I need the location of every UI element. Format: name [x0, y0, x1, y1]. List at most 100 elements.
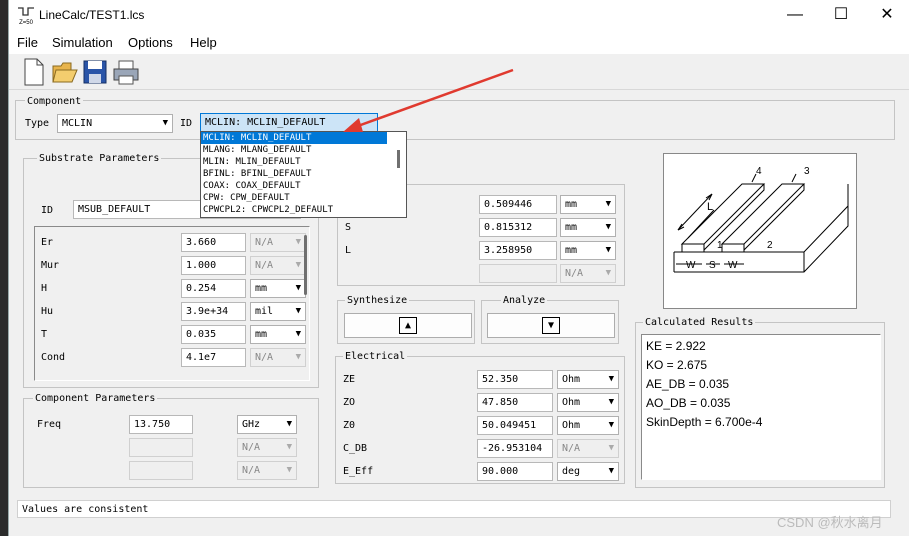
physical-row-3-field[interactable]	[479, 264, 557, 283]
substrate-mur-label: Mur	[41, 260, 60, 271]
save-disk-icon[interactable]	[83, 58, 109, 86]
synthesize-label: Synthesize	[345, 295, 410, 306]
electrical-z0-unit-select[interactable]: Ohm ▼	[557, 416, 619, 435]
substrate-er-label: Er	[41, 237, 54, 248]
substrate-t-field[interactable]: 0.035	[181, 325, 246, 344]
menu-help[interactable]: Help	[190, 35, 217, 50]
type-select[interactable]: MCLIN ▼	[57, 114, 173, 133]
substrate-cond-label: Cond	[41, 352, 66, 363]
substrate-hu-unit-select[interactable]: mil ▼	[250, 302, 306, 321]
substrate-t-unit-select[interactable]: mm ▼	[250, 325, 306, 344]
electrical-z0-field[interactable]: 50.049451	[477, 416, 553, 435]
open-folder-icon[interactable]	[52, 58, 78, 86]
chevron-down-icon: ▼	[605, 268, 611, 278]
chevron-down-icon: ▼	[286, 465, 292, 475]
substrate-scrollbar[interactable]	[304, 235, 307, 295]
substrate-cond-unit-select-value: N/A	[255, 352, 274, 363]
chevron-down-icon: ▼	[295, 329, 301, 339]
type-label: Type	[25, 118, 50, 129]
component-id-dropdown[interactable]: MCLIN: MCLIN_DEFAULT MLANG: MLANG_DEFAULT…	[200, 131, 407, 218]
result-ke: KE = 2.922	[646, 339, 706, 353]
electrical-zo-field[interactable]: 47.850	[477, 393, 553, 412]
substrate-h-unit-select[interactable]: mm ▼	[250, 279, 306, 298]
chevron-down-icon: ▼	[605, 245, 611, 255]
close-button[interactable]: ✕	[864, 0, 909, 32]
dropdown-option[interactable]: COAX: COAX_DEFAULT	[201, 180, 387, 192]
menu-options[interactable]: Options	[128, 35, 173, 50]
substrate-er-field[interactable]: 3.660	[181, 233, 246, 252]
dropdown-option[interactable]: CPW: CPW_DEFAULT	[201, 192, 387, 204]
component-params-row-2-field[interactable]	[129, 461, 193, 480]
substrate-mur-unit-select: N/A ▼	[250, 256, 306, 275]
substrate-cond-unit-select: N/A ▼	[250, 348, 306, 367]
component-params-freq-label: Freq	[37, 419, 62, 430]
electrical-e-eff-unit-select[interactable]: deg ▼	[557, 462, 619, 481]
substrate-mur-field[interactable]: 1.000	[181, 256, 246, 275]
physical-l-unit-select-value: mm	[565, 245, 578, 256]
coupled-line-drawing: L 4 3 1 2 W S W	[673, 166, 849, 273]
substrate-t-unit-select-value: mm	[255, 329, 268, 340]
component-params-row-1-field[interactable]	[129, 438, 193, 457]
print-icon[interactable]	[113, 58, 139, 86]
substrate-hu-field[interactable]: 3.9e+34	[181, 302, 246, 321]
component-group-label: Component	[25, 96, 84, 107]
chevron-down-icon: ▼	[605, 222, 611, 232]
result-ao-db: AO_DB = 0.035	[646, 396, 731, 410]
maximize-button[interactable]: ☐	[818, 0, 864, 32]
analyze-label: Analyze	[501, 295, 548, 306]
electrical-e-eff-label: E_Eff	[343, 466, 374, 477]
spacing-label: S	[709, 260, 716, 271]
chevron-down-icon: ▼	[295, 237, 301, 247]
analyze-button[interactable]: ▼	[487, 313, 615, 338]
physical-l-field[interactable]: 3.258950	[479, 241, 557, 260]
physical-s-field[interactable]: 0.815312	[479, 218, 557, 237]
electrical-c-db-field[interactable]: -26.953104	[477, 439, 553, 458]
electrical-c-db-unit-select-value: N/A	[562, 443, 581, 454]
minimize-button[interactable]: —	[772, 0, 818, 32]
physical-s-unit-select[interactable]: mm ▼	[560, 218, 616, 237]
port-4-label: 4	[756, 166, 762, 177]
menu-simulation[interactable]: Simulation	[52, 35, 113, 50]
component-params-row-2-unit-select: N/A ▼	[237, 461, 297, 480]
physical-row-0-field[interactable]: 0.509446	[479, 195, 557, 214]
coupled-line-diagram: L 4 3 1 2 W S W	[663, 153, 857, 309]
physical-row-3-unit-select: N/A ▼	[560, 264, 616, 283]
chevron-down-icon: ▼	[608, 443, 614, 453]
substrate-h-unit-select-value: mm	[255, 283, 268, 294]
synthesize-button[interactable]: ▲	[344, 313, 472, 338]
electrical-e-eff-field[interactable]: 90.000	[477, 462, 553, 481]
physical-row-0-unit-select[interactable]: mm ▼	[560, 195, 616, 214]
dropdown-option[interactable]: MLANG: MLANG_DEFAULT	[201, 144, 387, 156]
component-params-freq-unit-select[interactable]: GHz ▼	[237, 415, 297, 434]
chevron-down-icon: ▼	[295, 283, 301, 293]
menu-file[interactable]: File	[17, 35, 38, 50]
electrical-ze-field[interactable]: 52.350	[477, 370, 553, 389]
physical-row-0-unit-select-value: mm	[565, 199, 578, 210]
dropdown-scrollbar[interactable]	[397, 150, 400, 168]
electrical-ze-label: ZE	[343, 374, 356, 385]
width-1-label: W	[686, 260, 696, 271]
electrical-ze-unit-select[interactable]: Ohm ▼	[557, 370, 619, 389]
component-params-freq-unit-select-value: GHz	[242, 419, 261, 430]
port-3-label: 3	[804, 166, 810, 177]
substrate-er-unit-select-value: N/A	[255, 237, 274, 248]
substrate-h-field[interactable]: 0.254	[181, 279, 246, 298]
electrical-zo-label: ZO	[343, 397, 356, 408]
new-file-icon[interactable]	[23, 58, 49, 86]
chevron-down-icon: ▼	[295, 352, 301, 362]
dropdown-option[interactable]: MLIN: MLIN_DEFAULT	[201, 156, 387, 168]
electrical-c-db-unit-select: N/A ▼	[557, 439, 619, 458]
title-bar[interactable]: Z=50 LineCalc/TEST1.lcs — ☐ ✕	[9, 0, 909, 32]
dropdown-option[interactable]: CPWCPL2: CPWCPL2_DEFAULT	[201, 204, 387, 216]
electrical-zo-unit-select[interactable]: Ohm ▼	[557, 393, 619, 412]
physical-l-label: L	[345, 245, 352, 256]
electrical-zo-unit-select-value: Ohm	[562, 397, 581, 408]
substrate-table: Er 3.660 N/A ▼ Mur 1.000 N/A ▼ H 0.254 mm ▼ Hu 3.9e+3…	[34, 226, 310, 381]
physical-l-unit-select[interactable]: mm ▼	[560, 241, 616, 260]
dropdown-option[interactable]: BFINL: BFINL_DEFAULT	[201, 168, 387, 180]
component-params-freq-field[interactable]: 13.750	[129, 415, 193, 434]
electrical-e-eff-unit-select-value: deg	[562, 466, 581, 477]
substrate-cond-field[interactable]: 4.1e7	[181, 348, 246, 367]
substrate-er-unit-select: N/A ▼	[250, 233, 306, 252]
substrate-t-label: T	[41, 329, 48, 340]
